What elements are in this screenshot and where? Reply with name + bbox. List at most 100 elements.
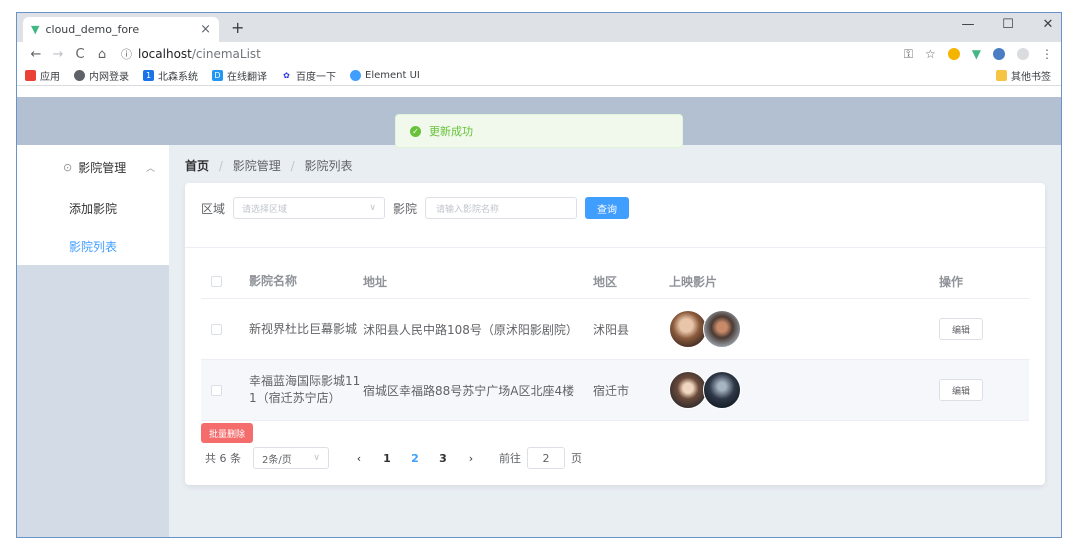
maximize-icon[interactable]: ☐ [1001,17,1015,32]
browser-window: ▼ cloud_demo_fore × + — ☐ ✕ ← → C ⌂ ⓘ lo… [16,12,1062,538]
chevron-down-icon: ∨ [369,203,377,213]
toast-message: 更新成功 [429,125,473,138]
movie-posters [669,371,935,409]
total-count: 共 6 条 [205,452,241,465]
bookmark-intranet[interactable]: 内网登录 [74,68,129,83]
table-header: 影院名称 地址 地区 上映影片 操作 [201,265,1029,299]
cinema-name: 幸福蓝海国际影城11 1（宿迁苏宁店） [249,374,361,405]
prev-page-icon[interactable]: ‹ [345,452,373,465]
movie-poster[interactable] [669,371,707,409]
bookmarks-bar: 应用 内网登录 1 北森系统 D 在线翻译 ✿ 百度一下 Element UI … [17,66,1061,86]
query-button[interactable]: 查询 [585,197,630,219]
movie-poster[interactable] [703,310,741,348]
minimize-icon[interactable]: — [961,17,975,32]
movie-posters [669,310,935,348]
element-ui-icon [350,70,361,81]
region-select[interactable]: 请选择区域 ∨ [233,197,386,219]
folder-icon [996,70,1007,81]
bookmark-translate[interactable]: D 在线翻译 [212,68,267,83]
row-checkbox[interactable] [211,323,222,335]
check-circle-icon: ✓ [410,125,421,137]
location-icon: ⊙ [63,160,73,174]
chevron-down-icon: ∨ [313,453,320,463]
forward-icon[interactable]: → [47,47,69,62]
breadcrumb-item: 影院管理 [232,159,281,173]
table-row: 幸福蓝海国际影城11 1（宿迁苏宁店） 宿城区幸福路88号苏宁广场A区北座4楼 … [201,360,1029,421]
edit-button[interactable]: 编辑 [939,318,983,340]
goto-page-input[interactable]: 2 [527,447,565,469]
reload-icon[interactable]: C [69,47,91,62]
breadcrumb-item: 影院列表 [304,159,353,173]
key-icon[interactable]: ⚿ [904,47,913,62]
breadcrumb-separator: / [218,159,223,173]
close-tab-icon[interactable]: × [200,22,211,37]
region-label: 区域 [201,201,226,216]
extension-icon[interactable] [993,48,1005,60]
window-controls: — ☐ ✕ [961,17,1055,32]
browser-tab[interactable]: ▼ cloud_demo_fore × [23,17,219,42]
info-icon[interactable]: ⓘ [121,46,132,62]
cinema-region: 宿迁市 [593,383,630,398]
page-number[interactable]: 3 [429,452,457,465]
bookmark-apps[interactable]: 应用 [25,68,60,83]
address-bar[interactable]: ⓘ localhost /cinemaList [121,43,904,65]
sidebar-item-cinema-list[interactable]: 影院列表 [17,227,169,265]
page-number[interactable]: 1 [373,452,401,465]
divider [185,247,1045,248]
globe-icon [74,70,85,81]
cinema-name: 新视界杜比巨幕影城 [249,321,358,336]
app-header: ✓ 更新成功 [17,97,1061,148]
column-header: 地区 [593,275,618,289]
vue-logo-icon: ▼ [31,23,40,36]
url-path: /cinemaList [191,47,261,61]
menu-dots-icon[interactable]: ⋮ [1041,47,1053,61]
breadcrumb-separator: / [290,159,295,173]
row-checkbox[interactable] [211,384,222,396]
movie-poster[interactable] [669,310,707,348]
sidebar: ⊙ 影院管理 ︿ 添加影院 影院列表 [17,145,169,537]
cinema-address: 宿城区幸福路88号苏宁广场A区北座4楼 [363,383,575,398]
next-page-icon[interactable]: › [457,452,485,465]
column-header: 操作 [939,275,964,289]
bookmark-baidu[interactable]: ✿ 百度一下 [281,68,336,83]
table-row: 新视界杜比巨幕影城 沭阳县人民中路108号（原沭阳影剧院） 沭阳县 编辑 [201,299,1029,360]
baidu-paw-icon: ✿ [281,70,292,81]
batch-delete-button[interactable]: 批量删除 [201,423,254,443]
column-header: 地址 [363,275,388,289]
sidebar-item-add-cinema[interactable]: 添加影院 [17,189,169,227]
bookmark-beisen[interactable]: 1 北森系统 [143,68,198,83]
cinema-label: 影院 [393,201,418,216]
profile-icon[interactable] [1017,48,1029,60]
url-host: localhost [138,47,192,61]
bookmark-element-ui[interactable]: Element UI [350,70,420,81]
star-icon[interactable]: ☆ [925,47,936,61]
extension-icon[interactable] [947,48,960,60]
cinema-list-card: 区域 请选择区域 ∨ 影院 请输入影院名称 查询 影院名称 地址 地区 上映影片… [185,183,1045,485]
new-tab-icon[interactable]: + [231,18,244,37]
home-icon[interactable]: ⌂ [91,47,113,62]
select-all-checkbox[interactable] [211,276,222,287]
back-icon[interactable]: ← [25,47,47,62]
sidebar-menu: ⊙ 影院管理 ︿ 添加影院 影院列表 [17,145,169,265]
breadcrumb: 首页 / 影院管理 / 影院列表 [185,157,352,174]
edit-button[interactable]: 编辑 [939,379,983,401]
vue-devtools-icon[interactable]: ▼ [972,47,981,61]
chevron-up-icon: ︿ [145,163,155,174]
cinema-table: 影院名称 地址 地区 上映影片 操作 新视界杜比巨幕影城 沭阳县人民中路108号… [201,265,1029,421]
breadcrumb-home[interactable]: 首页 [185,159,209,173]
submenu-label: 影院管理 [78,160,127,175]
search-form: 区域 请选择区域 ∨ 影院 请输入影院名称 查询 [201,197,630,219]
page-size-select[interactable]: 2条/页 ∨ [253,447,329,469]
column-header: 影院名称 [249,274,298,288]
page-unit-label: 页 [571,452,582,465]
movie-poster[interactable] [703,371,741,409]
submenu-cinema-management[interactable]: ⊙ 影院管理 ︿ [17,145,169,189]
pagination: 共 6 条 2条/页 ∨ ‹ 1 2 3 › 前往 2 页 [205,447,582,469]
close-window-icon[interactable]: ✕ [1041,17,1055,32]
cinema-name-input[interactable]: 请输入影院名称 [425,197,578,219]
page-number-current[interactable]: 2 [401,452,429,465]
other-bookmarks[interactable]: 其他书签 [996,68,1051,83]
main-content: 首页 / 影院管理 / 影院列表 区域 请选择区域 ∨ 影院 请输入影院名称 查… [169,145,1061,537]
toolbar-icons: ⚿ ☆ ▼ ⋮ [904,47,1053,62]
cinema-region: 沭阳县 [593,322,630,337]
